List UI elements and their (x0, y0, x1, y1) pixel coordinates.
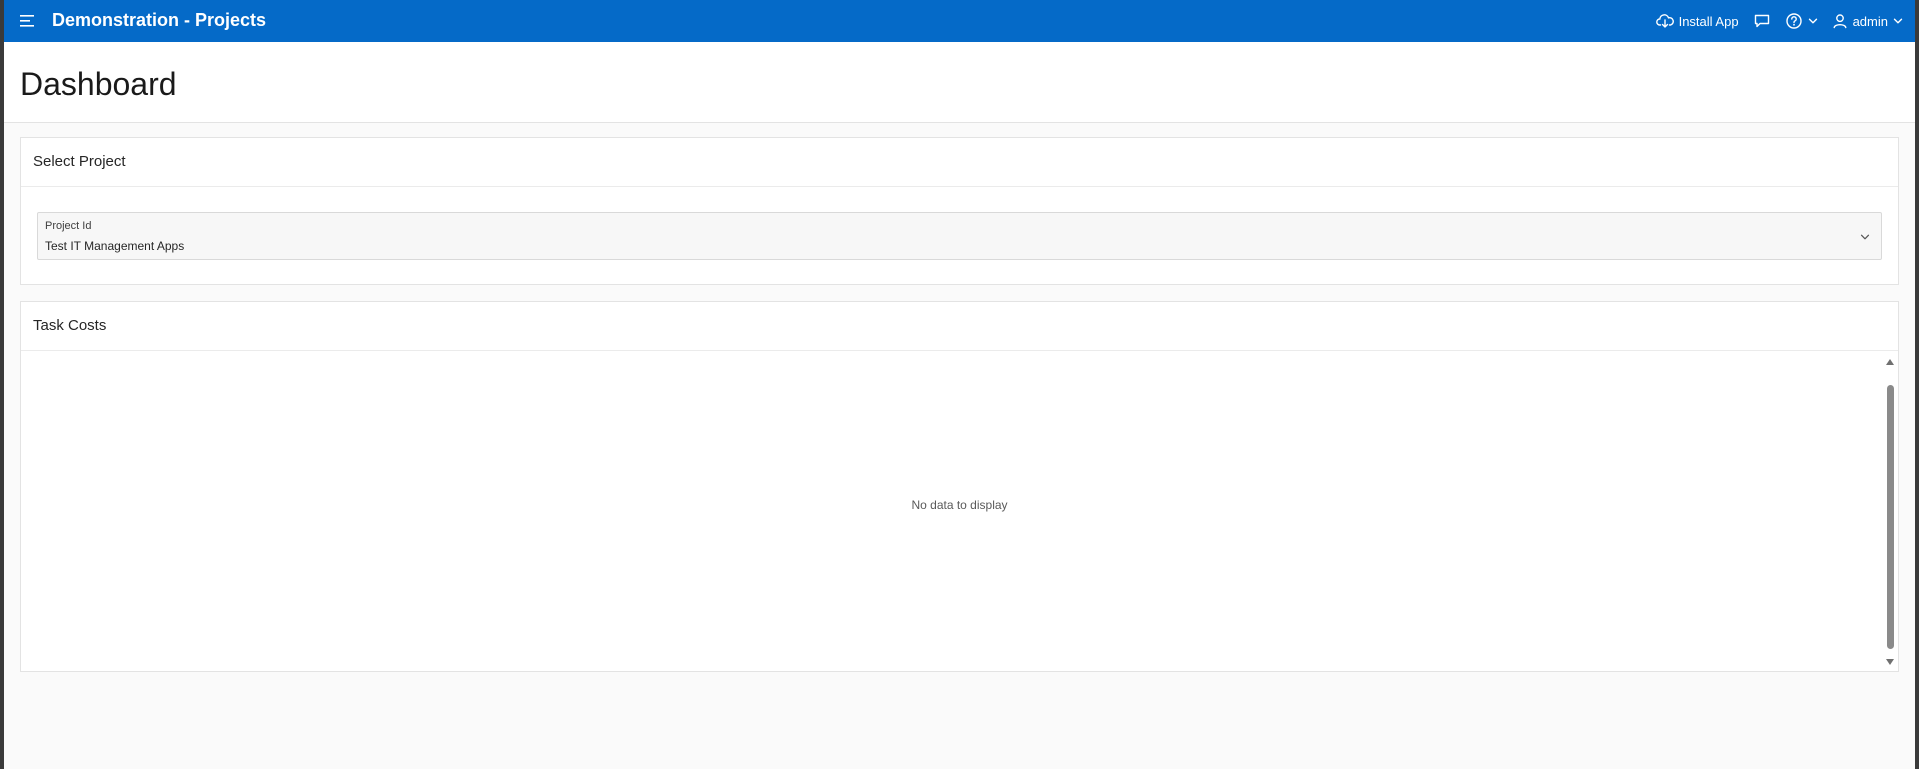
chevron-down-icon (1860, 234, 1870, 240)
user-name-label: admin (1852, 13, 1888, 29)
select-project-region: Select Project Project Id Test IT Manage… (20, 137, 1899, 285)
install-app-label: Install App (1678, 13, 1739, 29)
chevron-down-icon (1808, 18, 1817, 24)
scroll-up-arrow-icon[interactable] (1885, 357, 1895, 367)
field-value: Test IT Management Apps (45, 239, 185, 253)
hamburger-menu-icon (20, 15, 34, 27)
cloud-download-icon (1655, 14, 1674, 28)
chat-bubble-icon (1754, 14, 1769, 28)
chart-area: No data to display (21, 351, 1898, 671)
scroll-down-arrow-icon[interactable] (1885, 657, 1895, 667)
field-label: Project Id (45, 220, 92, 232)
app-title[interactable]: Demonstration - Projects (52, 9, 266, 31)
help-menu-button[interactable] (1785, 12, 1818, 30)
user-menu-button[interactable]: admin (1832, 13, 1903, 29)
page-title: Dashboard (20, 66, 177, 102)
task-costs-region: Task Costs No data to display (20, 301, 1899, 672)
region-header: Select Project (21, 138, 1898, 187)
region-header: Task Costs (21, 302, 1898, 351)
region-title: Task Costs (33, 317, 107, 334)
top-navigation-bar: Demonstration - Projects Install App adm… (4, 0, 1915, 42)
install-app-button[interactable]: Install App (1655, 13, 1739, 29)
chevron-down-icon (1893, 18, 1903, 24)
scrollbar-thumb[interactable] (1887, 385, 1894, 649)
app-frame: Demonstration - Projects Install App adm… (4, 0, 1915, 769)
navigation-bar-right: Install App admin (1655, 8, 1903, 34)
region-title: Select Project (33, 153, 126, 170)
question-circle-icon (1785, 13, 1802, 29)
project-id-select[interactable]: Project Id Test IT Management Apps (37, 212, 1882, 260)
page-title-bar: Dashboard (4, 42, 1915, 123)
feedback-button[interactable] (1753, 13, 1771, 29)
user-icon (1833, 14, 1847, 29)
menu-toggle-button[interactable] (16, 9, 40, 33)
vertical-scrollbar[interactable] (1884, 357, 1896, 667)
no-data-message: No data to display (911, 498, 1008, 512)
